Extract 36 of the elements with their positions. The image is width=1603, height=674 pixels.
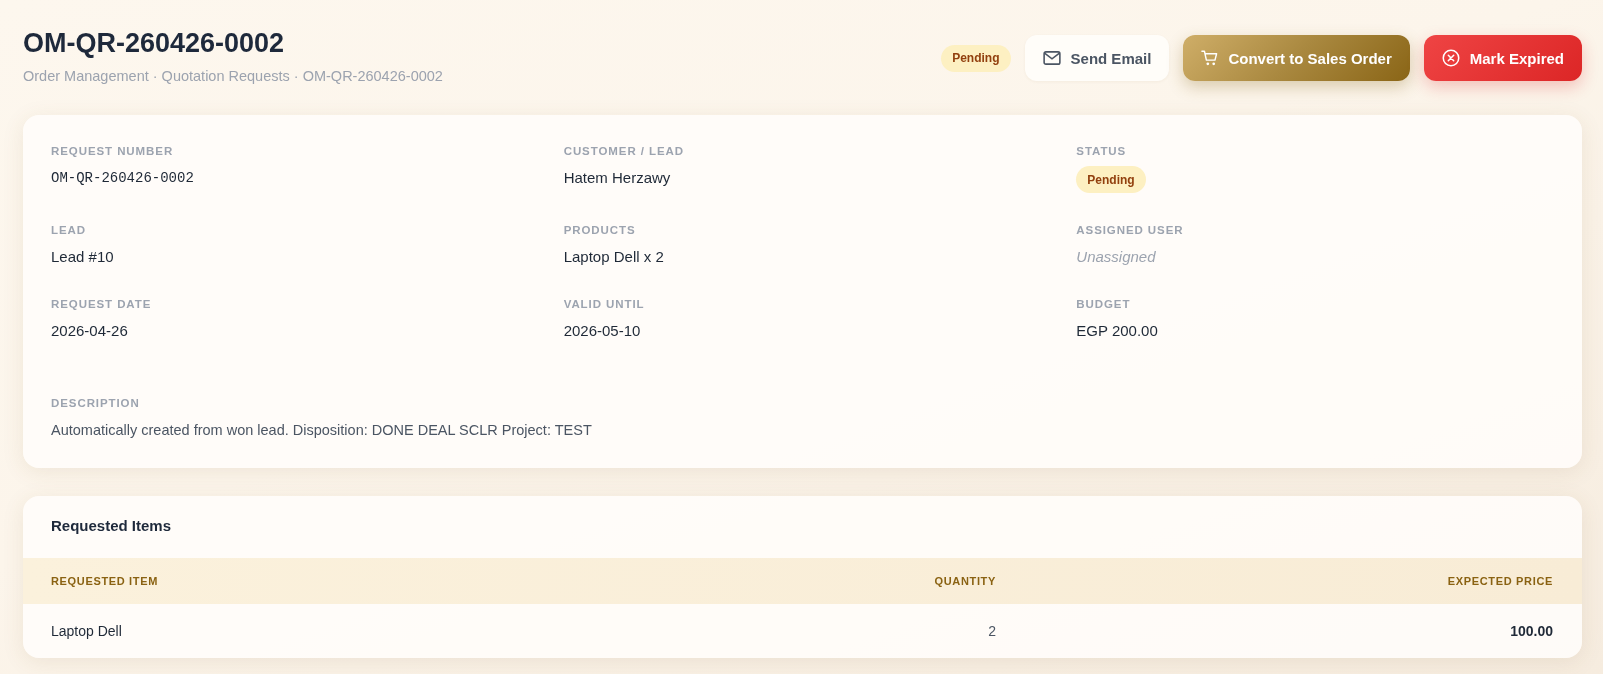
field-value: Hatem Herzawy <box>563 168 671 188</box>
field-label: VALID UNTIL <box>563 297 645 311</box>
field-label: ASSIGNED USER <box>1076 223 1184 237</box>
table-cell-text: Laptop Dell <box>51 622 122 641</box>
field-label: STATUS <box>1076 144 1127 158</box>
breadcrumb: Order Management · Quotation Requests · OM-QR-260426-0002 <box>23 67 443 85</box>
convert-button[interactable]: Convert to Sales Order <box>1183 35 1410 81</box>
status-badge: Pending <box>941 44 1011 72</box>
mark-expired-button[interactable]: Mark Expired <box>1423 35 1582 81</box>
field-label: CUSTOMER / LEAD <box>563 144 684 158</box>
send-email-button[interactable]: Send Email <box>1024 35 1170 81</box>
field-label: REQUEST NUMBER <box>51 144 174 158</box>
field-value: EGP 200.00 <box>1076 321 1158 341</box>
field-value: Unassigned <box>1076 247 1156 267</box>
field-label: DESCRIPTION <box>51 396 140 410</box>
field-label: PRODUCTS <box>563 223 636 237</box>
field-value: Laptop Dell x 2 <box>563 247 664 267</box>
field-label: LEAD <box>51 223 86 237</box>
section-title: Requested Items <box>51 516 172 536</box>
column-header: EXPECTED PRICE <box>1447 574 1553 588</box>
table-cell-text: 2 <box>988 622 996 641</box>
page-title: OM-QR-260426-0002 <box>23 27 286 59</box>
status-badge: Pending <box>1076 166 1146 193</box>
field-value: Lead #10 <box>51 247 114 267</box>
column-header: REQUESTED ITEM <box>51 574 159 588</box>
cart-icon <box>1201 50 1219 66</box>
field-label: REQUEST DATE <box>51 297 152 311</box>
field-value: 2026-04-26 <box>51 321 128 341</box>
field-value: OM-QR-260426-0002 <box>51 169 194 188</box>
field-value: 2026-05-10 <box>563 321 641 341</box>
description-text: Automatically created from won lead. Disposition: DONE DEAL SCLR Project: TEST <box>51 421 592 440</box>
close-circle-icon <box>1441 49 1460 67</box>
mail-icon <box>1042 51 1061 65</box>
column-header: QUANTITY <box>934 574 996 588</box>
field-label: BUDGET <box>1076 297 1131 311</box>
table-cell-text: 100.00 <box>1510 622 1553 641</box>
